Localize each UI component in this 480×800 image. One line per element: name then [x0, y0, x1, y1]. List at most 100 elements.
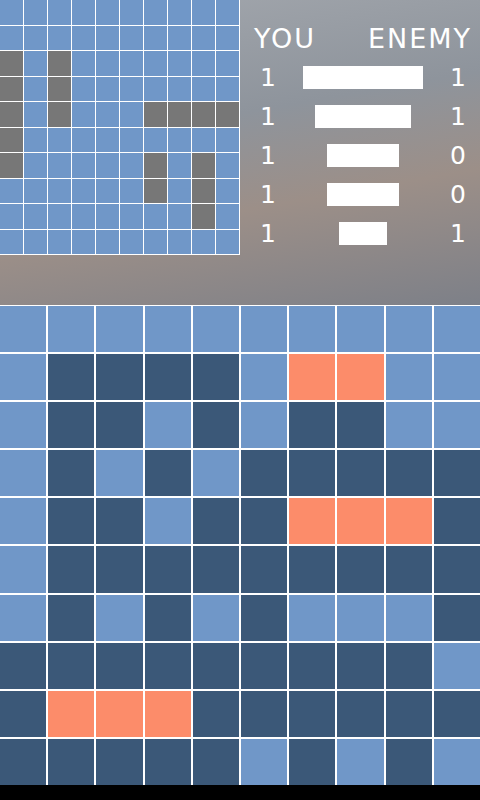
miss-cell[interactable]	[337, 691, 383, 737]
miss-cell[interactable]	[289, 739, 335, 785]
miss-cell[interactable]	[386, 739, 432, 785]
unknown-cell[interactable]	[386, 306, 432, 352]
miss-cell[interactable]	[193, 739, 239, 785]
miss-cell[interactable]	[48, 450, 94, 496]
miss-cell[interactable]	[386, 691, 432, 737]
miss-cell[interactable]	[337, 546, 383, 592]
miss-cell[interactable]	[48, 546, 94, 592]
unknown-cell[interactable]	[434, 643, 480, 689]
miss-cell[interactable]	[434, 691, 480, 737]
miss-cell[interactable]	[48, 354, 94, 400]
hit-cell[interactable]	[337, 498, 383, 544]
miss-cell[interactable]	[145, 354, 191, 400]
unknown-cell[interactable]	[193, 595, 239, 641]
unknown-cell[interactable]	[241, 354, 287, 400]
unknown-cell[interactable]	[434, 739, 480, 785]
unknown-cell[interactable]	[193, 306, 239, 352]
unknown-cell[interactable]	[0, 546, 46, 592]
unknown-cell[interactable]	[241, 739, 287, 785]
miss-cell[interactable]	[145, 739, 191, 785]
hit-cell[interactable]	[289, 498, 335, 544]
miss-cell[interactable]	[289, 691, 335, 737]
miss-cell[interactable]	[434, 498, 480, 544]
miss-cell[interactable]	[96, 643, 142, 689]
miss-cell[interactable]	[145, 546, 191, 592]
miss-cell[interactable]	[241, 450, 287, 496]
unknown-cell[interactable]	[386, 595, 432, 641]
unknown-cell[interactable]	[434, 306, 480, 352]
miss-cell[interactable]	[241, 691, 287, 737]
miss-cell[interactable]	[193, 402, 239, 448]
miss-cell[interactable]	[289, 643, 335, 689]
unknown-cell[interactable]	[337, 595, 383, 641]
miss-cell[interactable]	[289, 546, 335, 592]
unknown-cell[interactable]	[434, 354, 480, 400]
unknown-cell[interactable]	[193, 450, 239, 496]
miss-cell[interactable]	[241, 498, 287, 544]
miss-cell[interactable]	[96, 402, 142, 448]
miss-cell[interactable]	[337, 450, 383, 496]
miss-cell[interactable]	[386, 546, 432, 592]
miss-cell[interactable]	[193, 498, 239, 544]
miss-cell[interactable]	[193, 354, 239, 400]
unknown-cell[interactable]	[96, 306, 142, 352]
miss-cell[interactable]	[48, 643, 94, 689]
unknown-cell[interactable]	[0, 595, 46, 641]
miss-cell[interactable]	[96, 354, 142, 400]
miss-cell[interactable]	[145, 643, 191, 689]
miss-cell[interactable]	[48, 739, 94, 785]
unknown-cell[interactable]	[289, 306, 335, 352]
unknown-cell[interactable]	[145, 306, 191, 352]
unknown-cell[interactable]	[337, 739, 383, 785]
miss-cell[interactable]	[434, 546, 480, 592]
miss-cell[interactable]	[145, 595, 191, 641]
hit-cell[interactable]	[289, 354, 335, 400]
miss-cell[interactable]	[48, 402, 94, 448]
unknown-cell[interactable]	[337, 306, 383, 352]
unknown-cell[interactable]	[145, 498, 191, 544]
unknown-cell[interactable]	[386, 402, 432, 448]
unknown-cell[interactable]	[241, 402, 287, 448]
miss-cell[interactable]	[193, 691, 239, 737]
unknown-cell[interactable]	[96, 450, 142, 496]
hit-cell[interactable]	[386, 498, 432, 544]
unknown-cell[interactable]	[0, 498, 46, 544]
unknown-cell[interactable]	[96, 595, 142, 641]
miss-cell[interactable]	[48, 498, 94, 544]
unknown-cell[interactable]	[386, 354, 432, 400]
miss-cell[interactable]	[241, 546, 287, 592]
unknown-cell[interactable]	[289, 595, 335, 641]
unknown-cell[interactable]	[0, 450, 46, 496]
hit-cell[interactable]	[96, 691, 142, 737]
miss-cell[interactable]	[241, 595, 287, 641]
unknown-cell[interactable]	[0, 354, 46, 400]
miss-cell[interactable]	[0, 739, 46, 785]
miss-cell[interactable]	[145, 450, 191, 496]
miss-cell[interactable]	[96, 498, 142, 544]
miss-cell[interactable]	[96, 546, 142, 592]
miss-cell[interactable]	[386, 643, 432, 689]
miss-cell[interactable]	[434, 595, 480, 641]
miss-cell[interactable]	[289, 402, 335, 448]
unknown-cell[interactable]	[145, 402, 191, 448]
hit-cell[interactable]	[48, 691, 94, 737]
unknown-cell[interactable]	[0, 402, 46, 448]
miss-cell[interactable]	[96, 739, 142, 785]
unknown-cell[interactable]	[0, 306, 46, 352]
miss-cell[interactable]	[241, 643, 287, 689]
miss-cell[interactable]	[289, 450, 335, 496]
unknown-cell[interactable]	[434, 402, 480, 448]
miss-cell[interactable]	[0, 643, 46, 689]
miss-cell[interactable]	[386, 450, 432, 496]
miss-cell[interactable]	[193, 546, 239, 592]
miss-cell[interactable]	[337, 402, 383, 448]
miss-cell[interactable]	[434, 450, 480, 496]
miss-cell[interactable]	[48, 595, 94, 641]
hit-cell[interactable]	[337, 354, 383, 400]
miss-cell[interactable]	[0, 691, 46, 737]
hit-cell[interactable]	[145, 691, 191, 737]
unknown-cell[interactable]	[48, 306, 94, 352]
unknown-cell[interactable]	[241, 306, 287, 352]
miss-cell[interactable]	[193, 643, 239, 689]
miss-cell[interactable]	[337, 643, 383, 689]
